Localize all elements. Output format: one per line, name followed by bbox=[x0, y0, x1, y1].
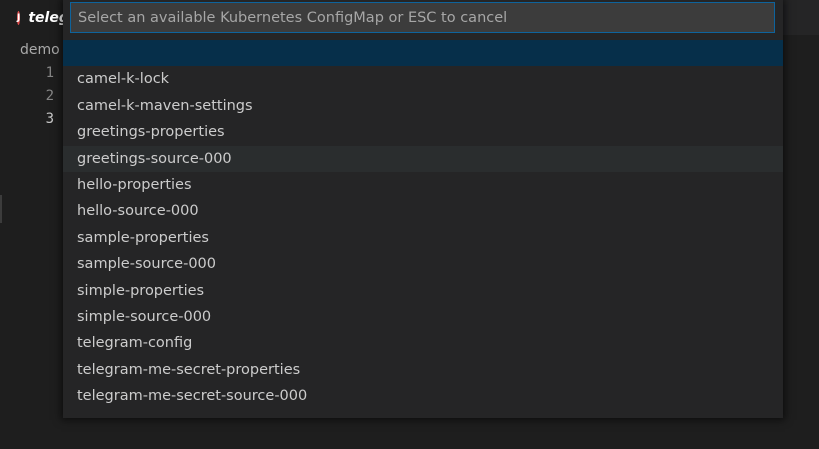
line-number: 1 bbox=[45, 65, 54, 81]
breadcrumb[interactable]: demo bbox=[20, 42, 60, 58]
configmap-list-item[interactable]: hello-source-000 bbox=[63, 198, 783, 224]
configmap-search-input[interactable] bbox=[70, 2, 775, 33]
configmap-list-item[interactable]: simple-properties bbox=[63, 278, 783, 304]
configmap-list: camel-k-lock camel-k-maven-settings greeti… bbox=[63, 40, 783, 409]
configmap-list-item[interactable]: telegram-me-secret-source-000 bbox=[63, 383, 783, 409]
editor-tab-telegram[interactable]: J telegram bbox=[0, 0, 100, 35]
configmap-list-item[interactable]: sample-properties bbox=[63, 225, 783, 251]
configmap-list-item[interactable] bbox=[63, 40, 783, 67]
activity-edge bbox=[0, 195, 2, 223]
line-number: 3 bbox=[45, 111, 54, 127]
configmap-list-item[interactable]: camel-k-lock bbox=[63, 66, 783, 92]
configmap-list-item[interactable]: sample-source-000 bbox=[63, 251, 783, 277]
configmap-list-item[interactable]: hello-properties bbox=[63, 172, 783, 198]
line-number: 2 bbox=[45, 88, 54, 104]
configmap-list-item[interactable]: simple-source-000 bbox=[63, 304, 783, 330]
configmap-list-item[interactable]: telegram-config bbox=[63, 330, 783, 356]
configmap-list-item[interactable]: greetings-source-000 bbox=[63, 145, 783, 172]
configmap-list-item[interactable]: greetings-properties bbox=[63, 119, 783, 145]
configmap-list-item[interactable]: camel-k-maven-settings bbox=[63, 93, 783, 119]
quick-pick-dialog: camel-k-lockcamel-k-maven-settingsgreeti… bbox=[63, 0, 783, 418]
configmap-list-item[interactable]: telegram-me-secret-properties bbox=[63, 357, 783, 383]
line-number-gutter: 1 2 3 bbox=[28, 62, 54, 131]
camel-k-j-icon: J bbox=[17, 10, 21, 25]
